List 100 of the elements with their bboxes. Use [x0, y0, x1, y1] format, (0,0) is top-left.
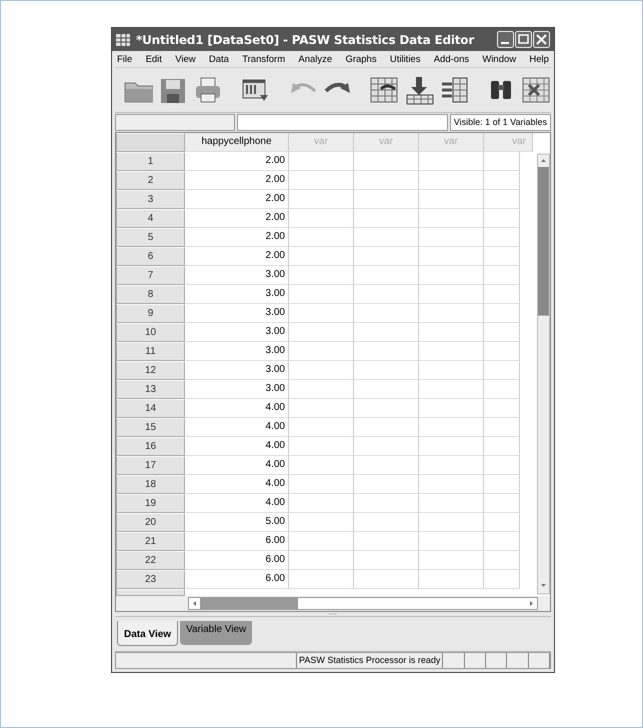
table-cell: [354, 361, 419, 380]
cell-value-field[interactable]: [237, 114, 448, 131]
table-cell: 4.00: [185, 399, 289, 418]
visible-count: Visible: 1 of 1 Variables: [450, 114, 551, 131]
row-header[interactable]: 22: [116, 551, 185, 570]
menu-item[interactable]: Graphs: [345, 54, 377, 64]
view-tab[interactable]: Data View: [117, 621, 178, 646]
view-tab[interactable]: Variable View: [180, 621, 252, 645]
table-cell: [354, 399, 419, 418]
table-cell: [419, 228, 484, 247]
table-cell: [289, 266, 354, 285]
table-cell: 4.00: [185, 494, 289, 513]
row-header[interactable]: 13: [116, 380, 185, 399]
row-header[interactable]: 19: [116, 494, 185, 513]
table-cell: [484, 285, 520, 304]
vertical-scrollbar[interactable]: [537, 152, 550, 596]
menu-item[interactable]: Add-ons: [434, 54, 470, 64]
horizontal-scrollbar[interactable]: [188, 597, 538, 610]
cell-reference-field[interactable]: [115, 114, 235, 131]
row-header[interactable]: 23: [116, 570, 185, 589]
table-cell: [289, 190, 354, 209]
table-cell: [354, 437, 419, 456]
table-cell: [484, 456, 520, 475]
row-header[interactable]: 20: [116, 513, 185, 532]
table-cell: [484, 152, 520, 171]
spreadsheet-icon[interactable]: [369, 75, 399, 105]
menu-item[interactable]: Help: [529, 54, 549, 64]
table-cell: [484, 342, 520, 361]
table-cell: [419, 437, 484, 456]
menu-item[interactable]: Data: [208, 54, 229, 64]
table-cell: [419, 494, 484, 513]
table-cell: [419, 266, 484, 285]
row-header[interactable]: 4: [116, 209, 185, 228]
columns-icon[interactable]: [439, 75, 469, 105]
grid-select-icon[interactable]: [521, 75, 551, 105]
maximize-button[interactable]: [515, 31, 532, 48]
table-cell: 2.00: [185, 228, 289, 247]
table-cell: 3.00: [185, 323, 289, 342]
table-cell: [289, 513, 354, 532]
grid-icon: [116, 34, 130, 46]
column-header[interactable]: happycellphone: [185, 133, 289, 152]
row-header[interactable]: 2: [116, 171, 185, 190]
row-header[interactable]: 10: [116, 323, 185, 342]
table-cell: [354, 570, 419, 589]
table-cell: [354, 551, 419, 570]
table-cell: [289, 494, 354, 513]
row-header[interactable]: 16: [116, 437, 185, 456]
table-cell: [419, 342, 484, 361]
menu-item[interactable]: Utilities: [390, 54, 420, 64]
row-header[interactable]: 5: [116, 228, 185, 247]
menu-item[interactable]: Transform: [242, 54, 286, 64]
menu-item[interactable]: Window: [482, 54, 516, 64]
table-cell: [419, 399, 484, 418]
table-cell: [484, 228, 520, 247]
table-cell: [419, 570, 484, 589]
table-cell: [419, 513, 484, 532]
table-cell: [289, 342, 354, 361]
download-icon[interactable]: [404, 75, 434, 105]
printer-icon[interactable]: [193, 75, 223, 105]
table-cell: [289, 418, 354, 437]
row-header[interactable]: 12: [116, 361, 185, 380]
table-cell: 2.00: [185, 247, 289, 266]
table-cell: 5.00: [185, 513, 289, 532]
row-header[interactable]: 3: [116, 190, 185, 209]
table-cell: [289, 171, 354, 190]
row-header[interactable]: 8: [116, 285, 185, 304]
close-button[interactable]: [533, 31, 550, 48]
table-cell: [419, 551, 484, 570]
menu-item[interactable]: File: [117, 54, 132, 64]
table-cell: [484, 209, 520, 228]
row-header[interactable]: 7: [116, 266, 185, 285]
table-cell: [354, 209, 419, 228]
table-cell: [289, 285, 354, 304]
row-header[interactable]: 17: [116, 456, 185, 475]
table-cell: [354, 456, 419, 475]
row-header[interactable]: 21: [116, 532, 185, 551]
row-header[interactable]: 6: [116, 247, 185, 266]
table-cell: 3.00: [185, 266, 289, 285]
table-cell: 3.00: [185, 304, 289, 323]
table-cell: [419, 380, 484, 399]
row-header[interactable]: 11: [116, 342, 185, 361]
minimize-button[interactable]: [497, 31, 514, 48]
window-title: *Untitled1 [DataSet0] - PASW Statistics Data Editor: [136, 32, 476, 46]
row-header[interactable]: 14: [116, 399, 185, 418]
table-cell: [484, 513, 520, 532]
table-cell: [289, 247, 354, 266]
table-cell: [354, 228, 419, 247]
table-cell: 4.00: [185, 418, 289, 437]
table-cell: [289, 570, 354, 589]
row-header[interactable]: 18: [116, 475, 185, 494]
table-cell: [354, 418, 419, 437]
table-cell: [484, 570, 520, 589]
table-cell: [419, 475, 484, 494]
row-header[interactable]: 1: [116, 152, 185, 171]
menu-item[interactable]: View: [175, 54, 196, 64]
menu-item[interactable]: Analyze: [298, 54, 332, 64]
table-cell: [484, 323, 520, 342]
menu-item[interactable]: Edit: [146, 54, 162, 64]
row-header[interactable]: 9: [116, 304, 185, 323]
row-header[interactable]: 15: [116, 418, 185, 437]
